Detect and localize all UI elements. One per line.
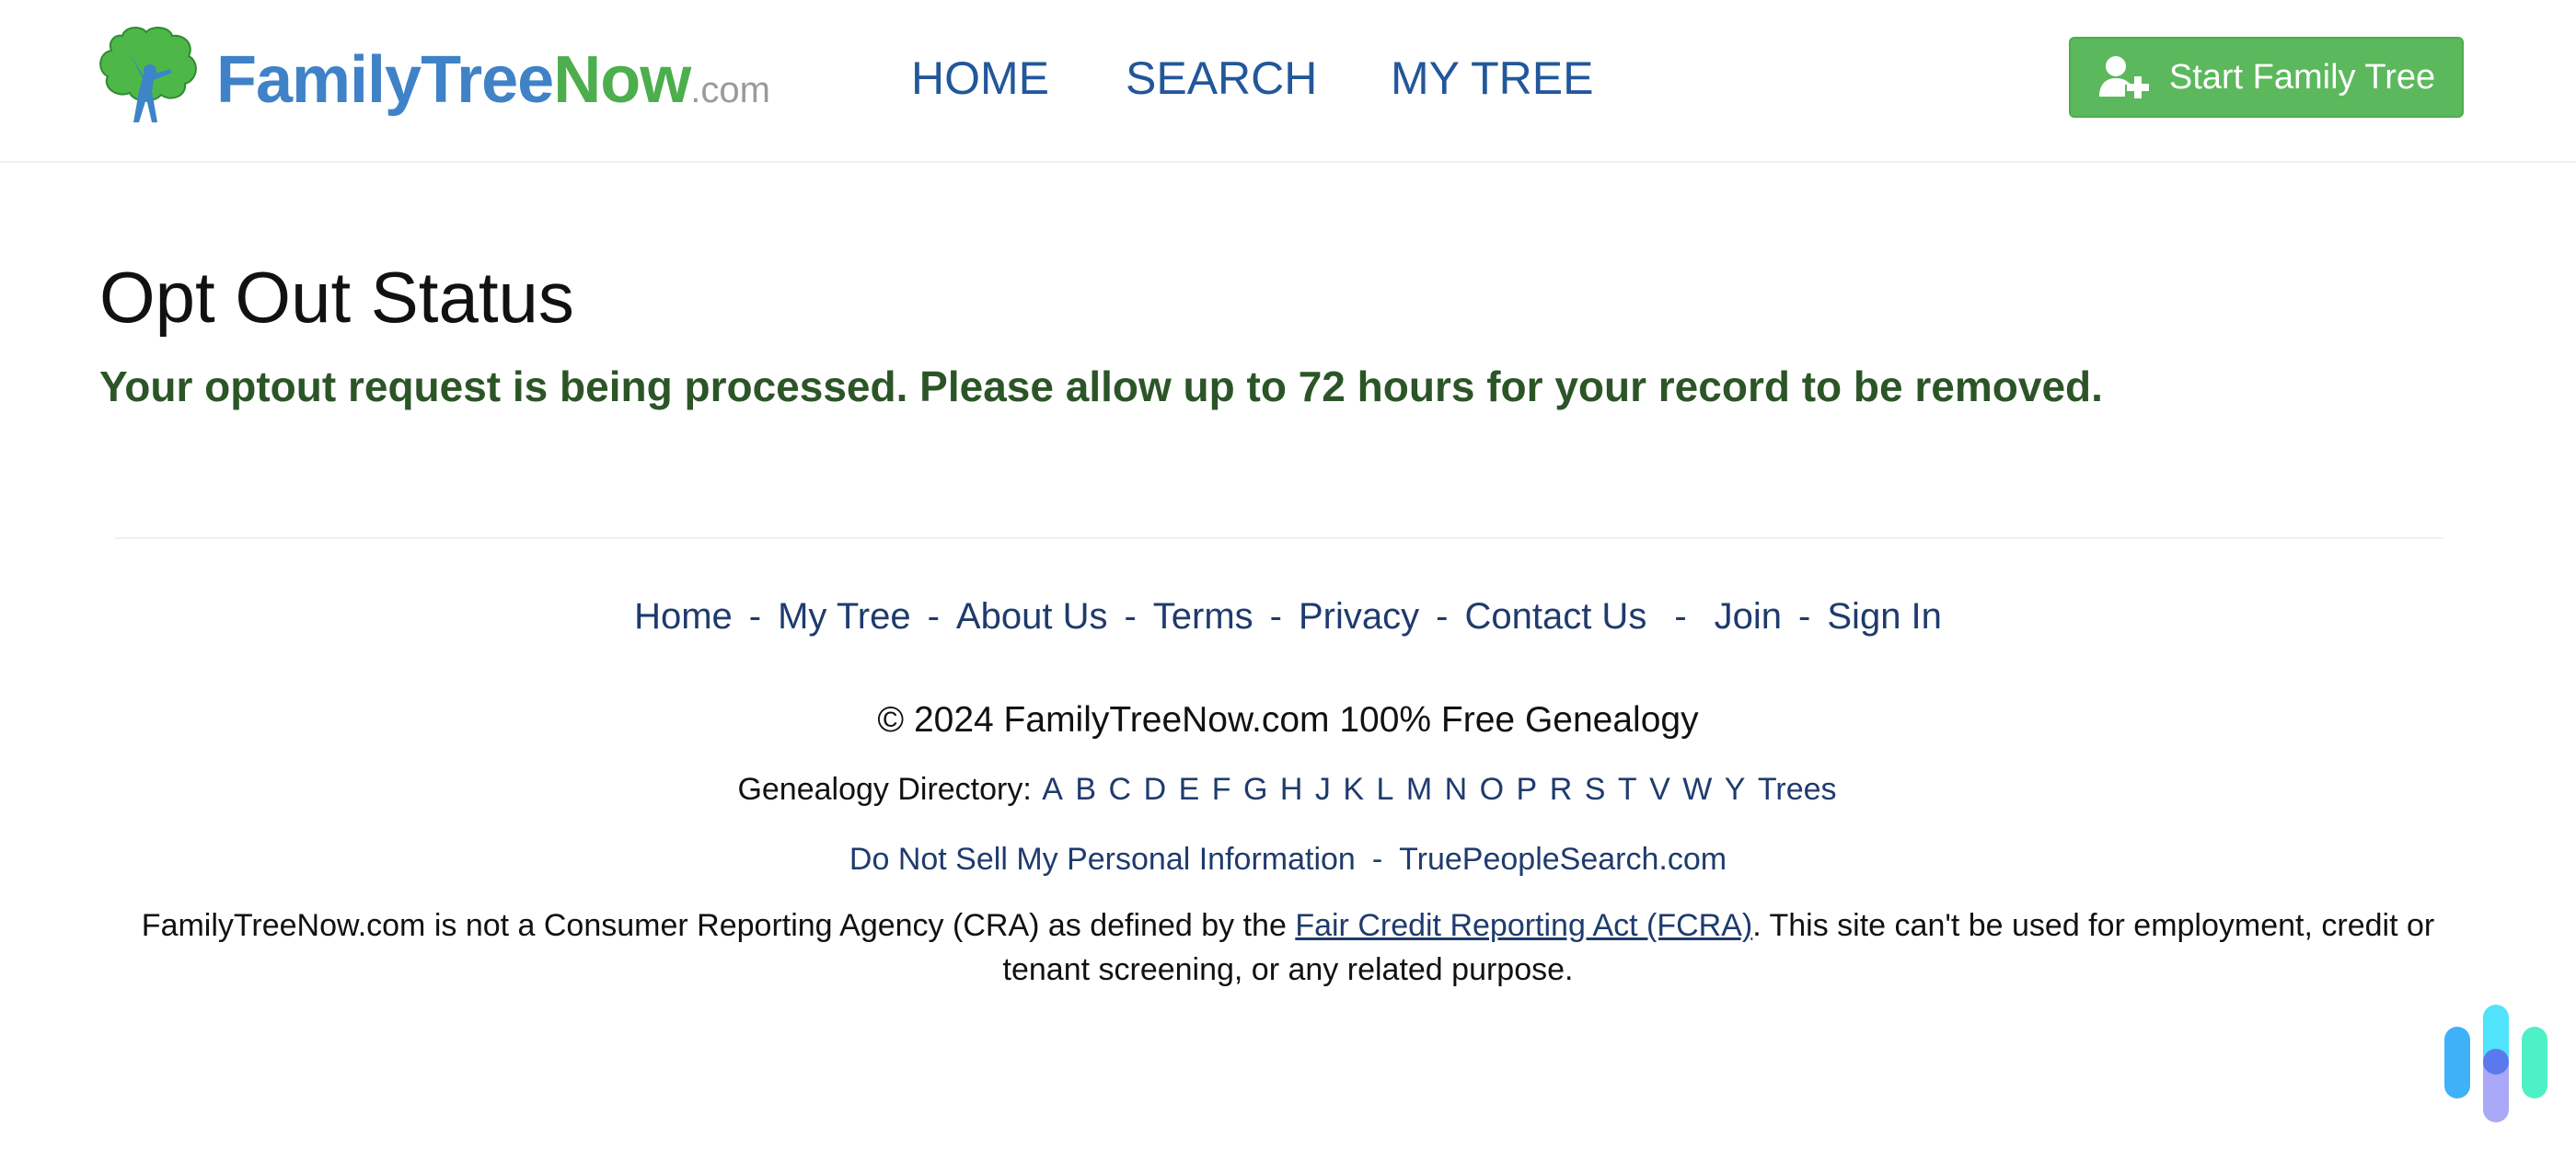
directory-link-trees[interactable]: Trees [1758, 772, 1837, 807]
separator: - [1674, 596, 1687, 637]
directory-letter-t[interactable]: T [1618, 772, 1637, 807]
logo-wordmark: FamilyTreeNow.com [216, 47, 770, 123]
directory-letter-w[interactable]: W [1682, 772, 1712, 807]
footer-link-sign-in[interactable]: Sign In [1827, 596, 1942, 637]
nav-my-tree[interactable]: MY TREE [1391, 51, 1593, 106]
footer-link-contact-us[interactable]: Contact Us [1464, 596, 1646, 637]
page-title: Opt Out Status [99, 257, 574, 338]
nav-search[interactable]: SEARCH [1126, 51, 1317, 106]
footer-link-home[interactable]: Home [634, 596, 733, 637]
directory-letter-e[interactable]: E [1179, 772, 1200, 807]
genealogy-directory: Genealogy Directory: A B C D E F G H J K… [0, 765, 2576, 813]
directory-label: Genealogy Directory: [737, 772, 1032, 807]
directory-letter-d[interactable]: D [1144, 772, 1167, 807]
do-not-sell-link[interactable]: Do Not Sell My Personal Information [849, 842, 1356, 877]
site-logo[interactable]: FamilyTreeNow.com [97, 23, 824, 129]
separator: - [1436, 596, 1449, 637]
footer-nav: Home - My Tree - About Us - Terms - Privacy - Cont… [0, 589, 2576, 644]
directory-letter-s[interactable]: S [1585, 772, 1606, 807]
directory-letter-o[interactable]: O [1480, 772, 1504, 807]
footer-link-my-tree[interactable]: My Tree [778, 596, 910, 637]
start-family-tree-button[interactable]: Start Family Tree [2069, 37, 2464, 118]
nav-home[interactable]: HOME [911, 51, 1049, 106]
copyright-text: © 2024 FamilyTreeNow.com 100% Free Genea… [877, 700, 1699, 740]
directory-letter-r[interactable]: R [1550, 772, 1573, 807]
separator: - [1269, 596, 1282, 637]
footer-divider [115, 537, 2443, 539]
disclaimer-text-before: FamilyTreeNow.com is not a Consumer Repo… [141, 908, 1296, 943]
separator: - [927, 596, 940, 637]
brand-bars-icon [2444, 1005, 2547, 1122]
footer-link-privacy[interactable]: Privacy [1299, 596, 1419, 637]
truepeoplesearch-link[interactable]: TruePeopleSearch.com [1399, 842, 1727, 877]
legal-links: Do Not Sell My Personal Information - True… [0, 835, 2576, 883]
logo-part-now: Now [553, 43, 691, 117]
separator: - [1124, 596, 1137, 637]
directory-letter-k[interactable]: K [1343, 772, 1364, 807]
site-header: FamilyTreeNow.com HOME SEARCH MY TREE St… [0, 0, 2576, 163]
directory-letter-n[interactable]: N [1445, 772, 1468, 807]
directory-letters: A B C D E F G H J K L M N O P R S T V W … [1040, 772, 1756, 807]
tree-person-icon [99, 27, 197, 122]
optout-status-message: Your optout request is being processed. … [99, 362, 2103, 410]
separator: - [1371, 842, 1383, 877]
footer-link-about-us[interactable]: About Us [956, 596, 1108, 637]
separator: - [748, 596, 762, 637]
directory-letter-p[interactable]: P [1517, 772, 1538, 807]
directory-letter-v[interactable]: V [1649, 772, 1670, 807]
directory-letter-y[interactable]: Y [1725, 772, 1746, 807]
footer-link-join[interactable]: Join [1715, 596, 1782, 637]
directory-letter-a[interactable]: A [1042, 772, 1063, 807]
directory-letter-c[interactable]: C [1109, 772, 1132, 807]
start-family-tree-label: Start Family Tree [2168, 57, 2436, 97]
separator: - [1798, 596, 1811, 637]
directory-letter-j[interactable]: J [1315, 772, 1331, 807]
footer-link-terms[interactable]: Terms [1153, 596, 1253, 637]
directory-letter-b[interactable]: B [1075, 772, 1096, 807]
directory-letter-g[interactable]: G [1243, 772, 1267, 807]
fcra-link[interactable]: Fair Credit Reporting Act (FCRA) [1295, 908, 1752, 943]
logo-part-com: .com [690, 70, 770, 110]
logo-part-familytree: FamilyTree [216, 43, 554, 117]
directory-letter-m[interactable]: M [1406, 772, 1432, 807]
directory-letter-f[interactable]: F [1212, 772, 1231, 807]
directory-letter-l[interactable]: L [1376, 772, 1393, 807]
user-plus-icon [2098, 56, 2149, 98]
fcra-disclaimer: FamilyTreeNow.com is not a Consumer Repo… [129, 903, 2447, 992]
directory-letter-h[interactable]: H [1280, 772, 1303, 807]
